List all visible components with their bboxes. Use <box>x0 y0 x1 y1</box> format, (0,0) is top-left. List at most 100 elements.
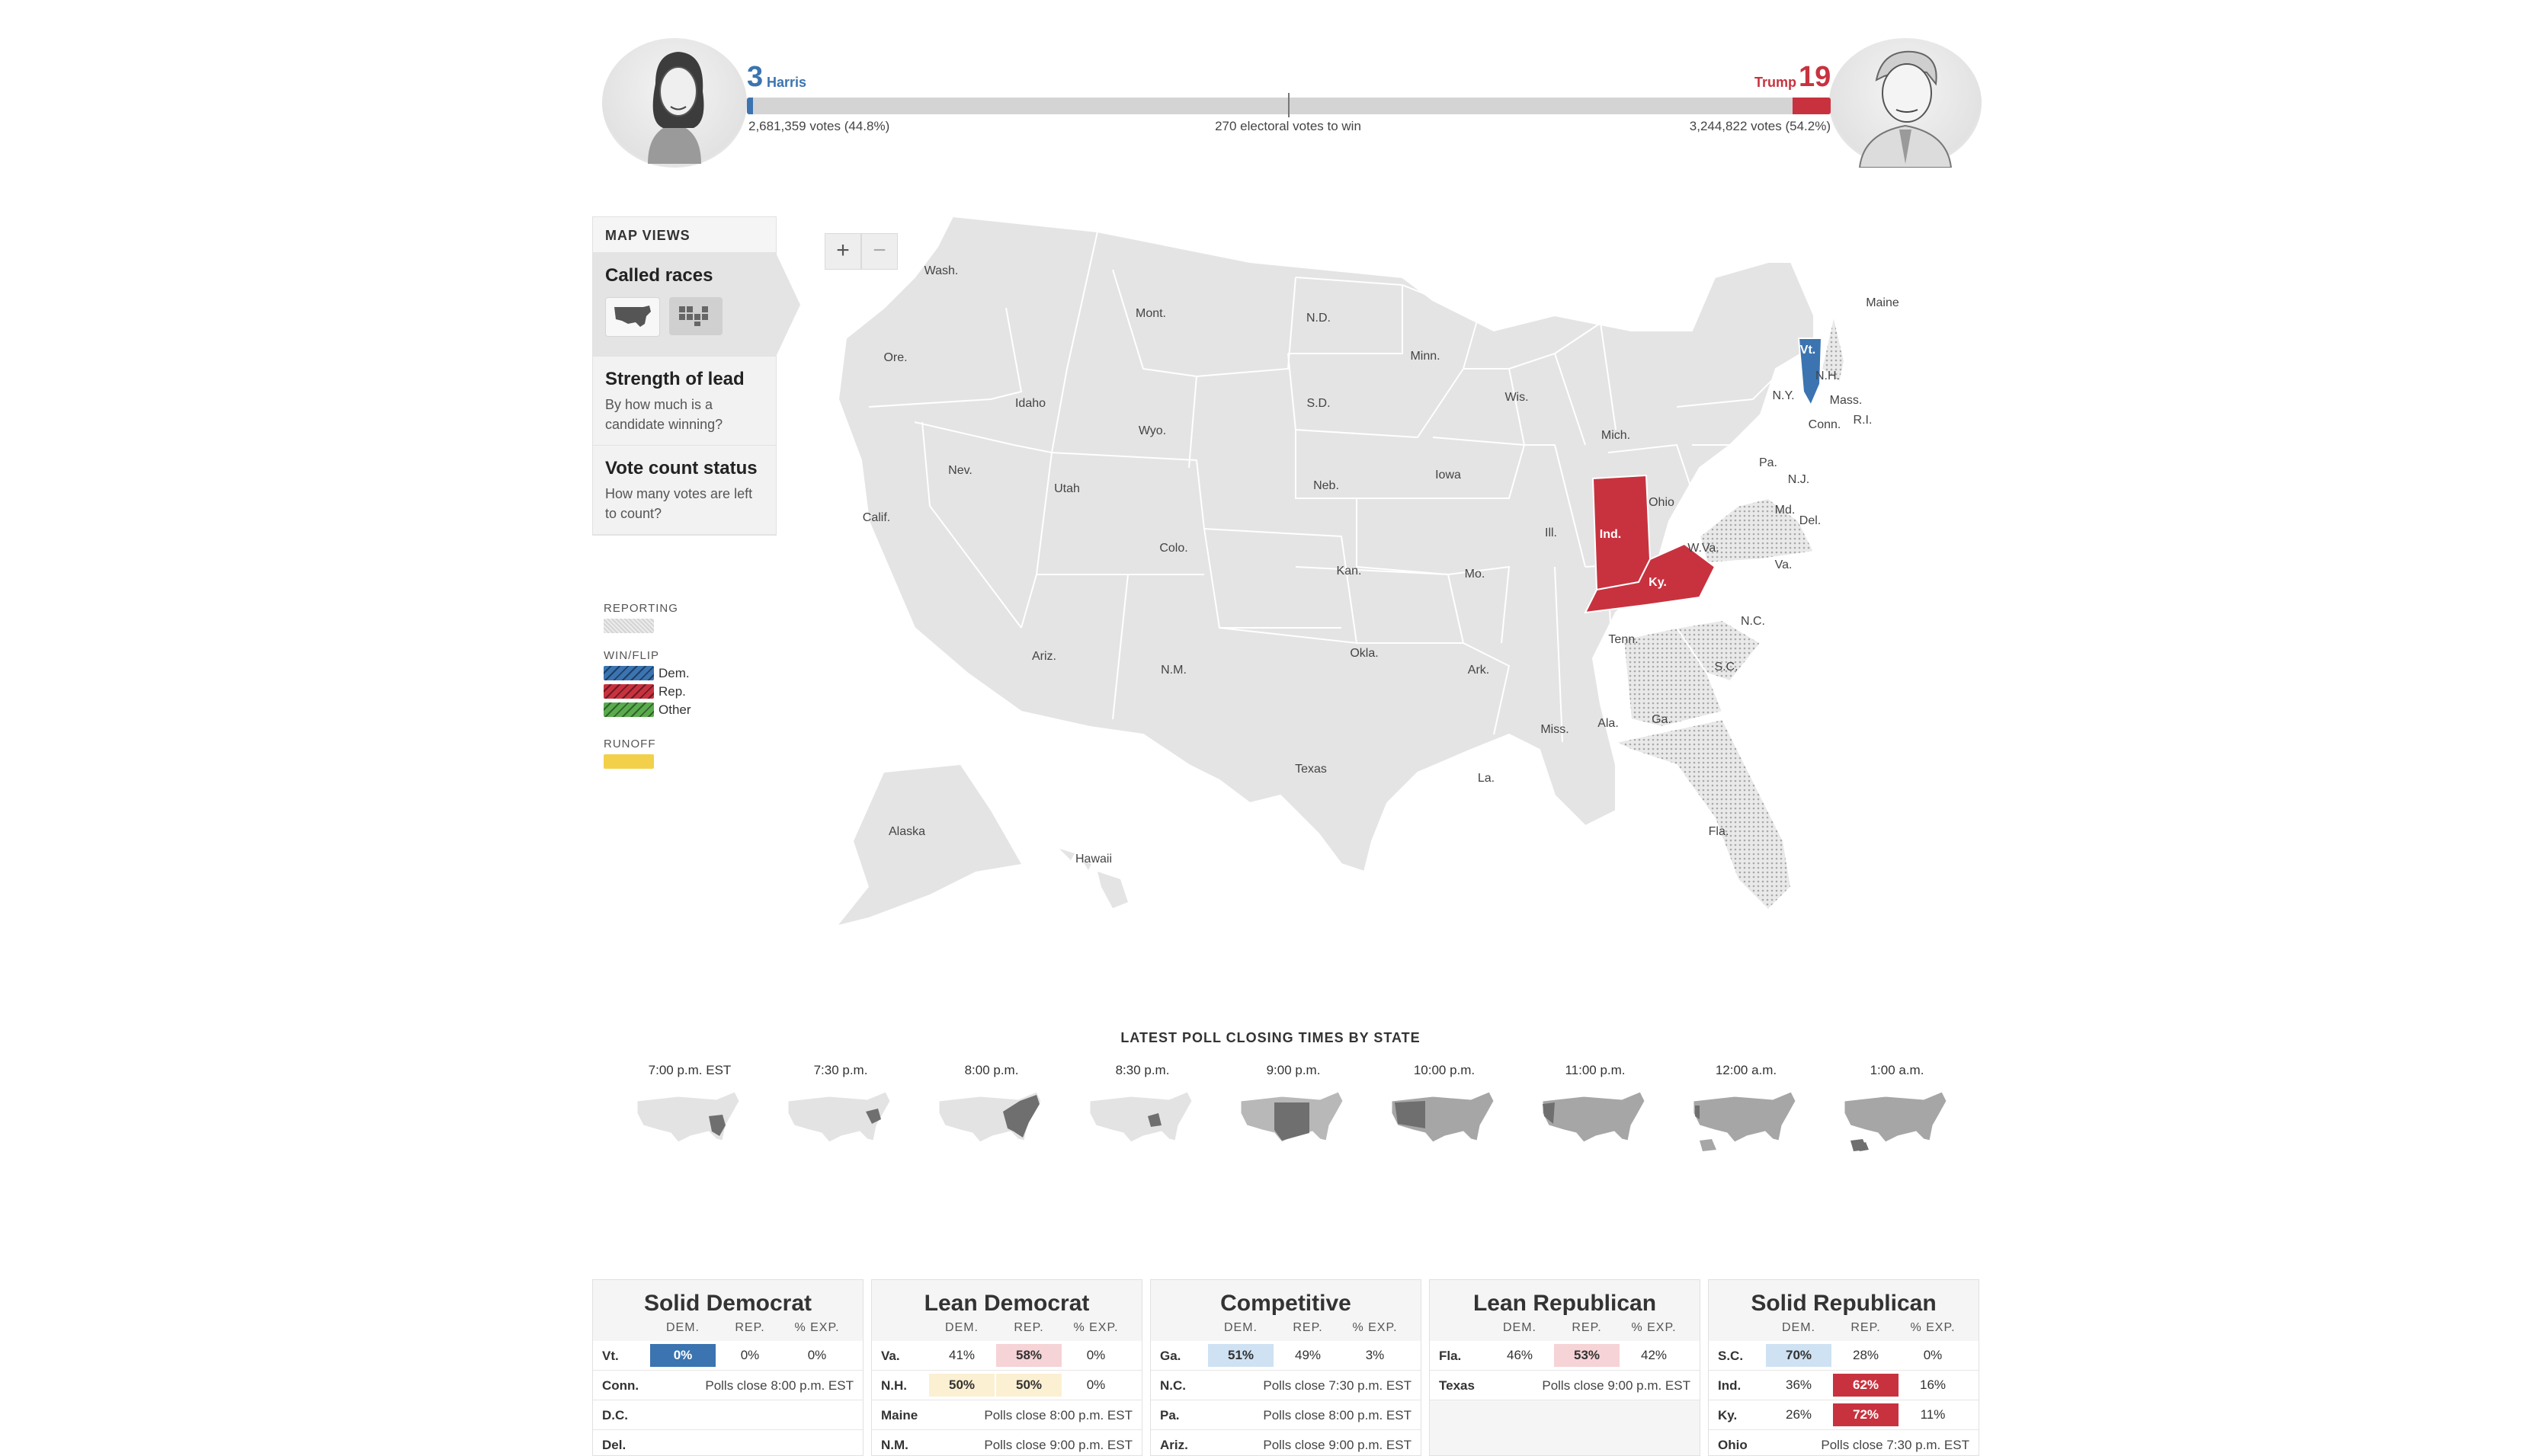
exp-value: 0% <box>1086 1378 1106 1392</box>
view-title: Called races <box>605 265 713 286</box>
state-name: Ky. <box>1718 1408 1738 1422</box>
dem-value: 41% <box>948 1348 976 1362</box>
cartogram-toggle[interactable] <box>669 297 723 335</box>
state-label: Ky. <box>1649 576 1667 589</box>
rating-column-headers: DEM. REP. % EXP. <box>593 1321 863 1341</box>
us-election-map[interactable]: Wash. Ore. Calif. Idaho Nev. Mont. Wyo. Utah Ari… <box>823 216 1997 963</box>
rep-value: 28% <box>1852 1348 1879 1362</box>
rating-row[interactable]: Del. <box>593 1430 863 1455</box>
state-label: Alaska <box>889 825 925 838</box>
harris-portrait-icon <box>648 52 704 164</box>
poll-closing-mini-map: 1:00 a.m. <box>1832 1063 1962 1154</box>
state-label: N.C. <box>1741 615 1765 628</box>
trump-popular-vote: 3,244,822 votes (54.2%) <box>1689 119 1831 133</box>
rating-row[interactable]: S.C. 70% 28% 0% <box>1709 1341 1979 1371</box>
state-label: Calif. <box>863 511 890 524</box>
rating-row[interactable]: N.M. Polls close 9:00 p.m. EST <box>872 1430 1142 1455</box>
rating-group-title: Solid Republican <box>1751 1291 1937 1316</box>
state-label: Ore. <box>883 351 907 364</box>
rating-row[interactable]: Ariz. Polls close 9:00 p.m. EST <box>1151 1430 1421 1455</box>
column-header: REP. <box>1293 1321 1323 1334</box>
us-map-toggle[interactable] <box>605 297 660 337</box>
state-name: Ga. <box>1160 1349 1181 1363</box>
win-threshold-label: 270 electoral votes to win <box>1215 119 1361 133</box>
dem-value: 36% <box>1785 1378 1812 1392</box>
rating-row[interactable]: D.C. <box>593 1400 863 1430</box>
state-label: Wash. <box>924 264 959 277</box>
poll-close-note: Polls close 8:00 p.m. EST <box>984 1408 1133 1422</box>
column-header: DEM. <box>1782 1321 1815 1334</box>
view-vote-count-status[interactable]: Vote count status How many votes are lef… <box>593 446 776 535</box>
trump-bar-fill <box>1792 98 1831 114</box>
mini-us-map-icon <box>1844 1091 1947 1151</box>
poll-close-note: Polls close 7:30 p.m. EST <box>1263 1378 1411 1393</box>
state-name: N.C. <box>1160 1378 1186 1393</box>
rating-row[interactable]: N.H. 50% 50% 0% <box>872 1371 1142 1400</box>
column-header: % EXP. <box>794 1321 840 1334</box>
state-florida-reporting[interactable] <box>1613 718 1793 911</box>
state-label: Ind. <box>1600 528 1621 541</box>
view-title: Vote count status <box>605 458 758 478</box>
column-header: % EXP. <box>1352 1321 1398 1334</box>
rating-row[interactable]: N.C. Polls close 7:30 p.m. EST <box>1151 1371 1421 1400</box>
dem-value: 70% <box>1766 1344 1831 1367</box>
harris-electoral-votes: 3 <box>747 61 764 93</box>
state-label: Ala. <box>1597 717 1619 730</box>
rating-row[interactable]: Va. 41% 58% 0% <box>872 1341 1142 1371</box>
poll-closing-mini-map: 7:30 p.m. <box>776 1063 905 1154</box>
mini-us-map-icon <box>1240 1091 1344 1143</box>
rating-row[interactable]: Texas Polls close 9:00 p.m. EST <box>1430 1371 1700 1400</box>
state-label: N.J. <box>1788 473 1809 486</box>
state-name: S.C. <box>1718 1349 1744 1363</box>
poll-close-note: Polls close 9:00 p.m. EST <box>1263 1438 1411 1452</box>
rating-row[interactable]: Maine Polls close 8:00 p.m. EST <box>872 1400 1142 1430</box>
state-label: Idaho <box>1015 397 1046 410</box>
poll-closing-mini-map: 11:00 p.m. <box>1530 1063 1660 1154</box>
rating-row[interactable]: Ohio Polls close 7:30 p.m. EST <box>1709 1430 1979 1455</box>
legend-other-label: Other <box>658 702 691 717</box>
state-label: Pa. <box>1759 456 1777 469</box>
harris-portrait <box>602 38 747 168</box>
state-label: Hawaii <box>1075 853 1112 866</box>
poll-closing-mini-map: 10:00 p.m. <box>1379 1063 1509 1154</box>
rep-value: 0% <box>740 1348 760 1362</box>
legend-rep-label: Rep. <box>658 684 686 699</box>
exp-value: 11% <box>1920 1407 1946 1422</box>
state-label: N.D. <box>1306 312 1331 325</box>
poll-close-note: Polls close 9:00 p.m. EST <box>1542 1378 1690 1393</box>
view-called-races[interactable]: Called races <box>593 253 800 357</box>
poll-closing-title: LATEST POLL CLOSING TIMES BY STATE <box>1120 1030 1421 1045</box>
legend-reporting-title: REPORTING <box>604 602 678 615</box>
us-map-icon <box>614 306 651 327</box>
state-label: Colo. <box>1159 542 1187 555</box>
state-label: Fla. <box>1709 825 1729 838</box>
harris-popular-vote: 2,681,359 votes (44.8%) <box>748 119 890 133</box>
rating-column-headers: DEM. REP. % EXP. <box>1709 1321 1979 1341</box>
state-name: Maine <box>881 1408 918 1422</box>
rating-row[interactable]: Ind. 36% 62% 16% <box>1709 1371 1979 1400</box>
legend-winflip-title: WIN/FLIP <box>604 649 660 662</box>
state-name: N.H. <box>881 1378 907 1393</box>
state-label: Md. <box>1775 504 1796 517</box>
rating-row[interactable]: Conn. Polls close 8:00 p.m. EST <box>593 1371 863 1400</box>
rating-row[interactable]: Vt. 0% 0% 0% <box>593 1341 863 1371</box>
poll-closing-time: 1:00 a.m. <box>1870 1063 1924 1077</box>
trump-portrait-icon <box>1858 50 1953 168</box>
rating-column-headers: DEM. REP. % EXP. <box>1151 1321 1421 1341</box>
rating-row[interactable]: Ky. 26% 72% 11% <box>1709 1400 1979 1430</box>
rep-value: 58% <box>996 1344 1062 1367</box>
rating-row[interactable]: Pa. Polls close 8:00 p.m. EST <box>1151 1400 1421 1430</box>
exp-value: 0% <box>1923 1348 1943 1362</box>
poll-closing-mini-map: 12:00 a.m. <box>1681 1063 1811 1154</box>
poll-closing-time: 11:00 p.m. <box>1565 1063 1626 1077</box>
rating-row[interactable]: Ga. 51% 49% 3% <box>1151 1341 1421 1371</box>
rating-row[interactable]: Fla. 46% 53% 42% <box>1430 1341 1700 1371</box>
column-header: % EXP. <box>1631 1321 1677 1334</box>
poll-close-note: Polls close 7:30 p.m. EST <box>1821 1438 1969 1452</box>
poll-closing-mini-map: 8:00 p.m. <box>927 1063 1056 1154</box>
state-label: Nev. <box>948 464 973 477</box>
state-label: Mich. <box>1601 429 1630 442</box>
state-name: Del. <box>602 1438 626 1452</box>
view-strength-of-lead[interactable]: Strength of lead By how much is a candid… <box>593 357 776 446</box>
mini-us-map-icon <box>636 1091 740 1143</box>
